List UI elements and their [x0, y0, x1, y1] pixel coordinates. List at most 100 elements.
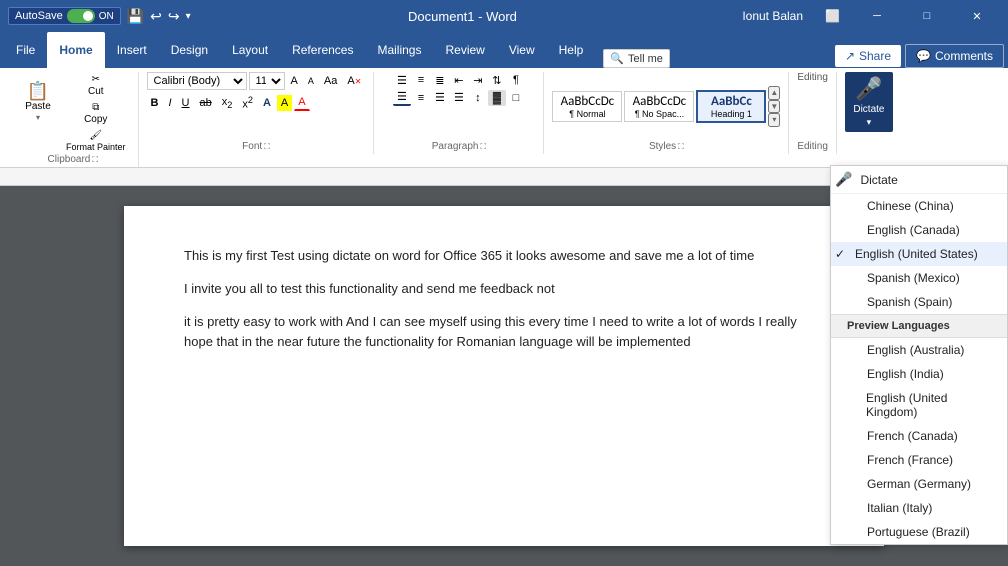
- align-center-button[interactable]: ≡: [412, 90, 430, 106]
- shrink-font-button[interactable]: A: [304, 74, 318, 88]
- borders-button[interactable]: □: [507, 90, 525, 106]
- dropdown-dictate-option[interactable]: 🎤 Dictate: [831, 166, 1007, 194]
- format-painter-button[interactable]: 🖌 Format Painter: [62, 128, 130, 154]
- clipboard-expand-icon[interactable]: ⛶: [92, 155, 98, 165]
- show-hide-button[interactable]: ¶: [507, 72, 525, 88]
- dropdown-lang-italian-italy[interactable]: Italian (Italy): [831, 496, 1007, 520]
- dictate-dropdown-arrow[interactable]: ▾: [867, 117, 872, 128]
- justify-button[interactable]: ☰: [450, 90, 468, 106]
- underline-button[interactable]: U: [178, 95, 194, 111]
- document-title: Document1 - Word: [408, 9, 517, 24]
- paste-icon: 📋: [27, 82, 49, 100]
- italic-button[interactable]: I: [164, 95, 175, 111]
- font-expand-icon[interactable]: ⛶: [264, 142, 270, 152]
- dropdown-lang-german-germany[interactable]: German (Germany): [831, 472, 1007, 496]
- tab-view[interactable]: View: [497, 32, 547, 68]
- share-button[interactable]: ↗ Share: [835, 45, 901, 67]
- dropdown-check-english-canada: [847, 223, 859, 237]
- font-name-select[interactable]: Calibri (Body): [147, 72, 247, 90]
- tab-layout[interactable]: Layout: [220, 32, 280, 68]
- autosave-toggle[interactable]: [67, 9, 95, 23]
- dropdown-lang-english-uk[interactable]: English (United Kingdom): [831, 386, 1007, 424]
- dropdown-lang-english-australia[interactable]: English (Australia): [831, 338, 1007, 362]
- tab-mailings[interactable]: Mailings: [365, 32, 433, 68]
- dictate-button[interactable]: 🎤 Dictate ▾: [845, 72, 893, 132]
- editing-group: Editing Editing: [789, 72, 837, 154]
- tab-review[interactable]: Review: [433, 32, 496, 68]
- cut-button[interactable]: ✂ Cut: [62, 72, 130, 99]
- font-group: Calibri (Body) 11 A A Aa A✕ B I U ab x2 …: [139, 72, 375, 154]
- numbering-button[interactable]: ≡: [412, 72, 430, 88]
- restore-button[interactable]: □: [904, 0, 950, 32]
- tell-me-box[interactable]: 🔍 Tell me: [603, 49, 670, 68]
- dropdown-lang-english-india[interactable]: English (India): [831, 362, 1007, 386]
- preview-languages-header: Preview Languages: [831, 314, 1007, 338]
- dropdown-lang-english-us[interactable]: ✓ English (United States): [831, 242, 1007, 266]
- paste-button[interactable]: 📋 Paste ▾: [16, 72, 60, 132]
- increase-indent-button[interactable]: ⇥: [469, 72, 487, 88]
- redo-icon[interactable]: ↪: [168, 8, 180, 25]
- paste-dropdown-arrow[interactable]: ▾: [36, 113, 40, 122]
- dropdown-check-italian-italy: [847, 501, 859, 515]
- styles-scroll-up[interactable]: ▲: [768, 86, 780, 100]
- subscript-button[interactable]: x2: [218, 94, 237, 112]
- style-nospacing-label: ¶ No Spac...: [631, 109, 687, 119]
- font-color-button[interactable]: A: [294, 94, 309, 111]
- style-normal[interactable]: AaBbCcDc ¶ Normal: [552, 91, 622, 122]
- styles-row: AaBbCcDc ¶ Normal AaBbCcDc ¶ No Spac... …: [552, 90, 766, 123]
- undo-icon[interactable]: ↩: [150, 8, 162, 25]
- tab-references[interactable]: References: [280, 32, 365, 68]
- clipboard-group: 📋 Paste ▾ ✂ Cut ⧉ Copy 🖌 Format Painter: [8, 72, 139, 167]
- title-bar-right: Ionut Balan ⬜ ─ □ ✕: [734, 0, 1000, 32]
- styles-scroll-down[interactable]: ▼: [768, 100, 780, 114]
- dropdown-lang-spanish-mexico[interactable]: Spanish (Mexico): [831, 266, 1007, 290]
- styles-more[interactable]: ▾: [768, 113, 780, 127]
- close-button[interactable]: ✕: [954, 0, 1000, 32]
- editing-label: Editing: [797, 72, 828, 83]
- style-normal-preview: AaBbCcDc: [559, 94, 615, 109]
- font-size-select[interactable]: 11: [249, 72, 285, 90]
- shading-button[interactable]: ▓: [488, 90, 506, 106]
- autosave-state: ON: [99, 11, 114, 22]
- paragraph-expand-icon[interactable]: ⛶: [480, 142, 486, 152]
- dropdown-lang-chinese[interactable]: Chinese (China): [831, 194, 1007, 218]
- align-left-button[interactable]: ☰: [393, 89, 411, 106]
- multilevel-button[interactable]: ≣: [431, 72, 449, 88]
- change-case-button[interactable]: Aa: [320, 73, 341, 89]
- styles-expand-icon[interactable]: ⛶: [678, 142, 684, 152]
- style-heading1[interactable]: AaBbCc Heading 1: [696, 90, 766, 123]
- bullets-button[interactable]: ☰: [393, 72, 411, 88]
- clear-formatting-button[interactable]: A✕: [343, 73, 365, 89]
- dropdown-lang-spanish-spain[interactable]: Spanish (Spain): [831, 290, 1007, 314]
- bold-button[interactable]: B: [147, 95, 163, 111]
- highlight-button[interactable]: A: [277, 95, 292, 111]
- sort-button[interactable]: ⇅: [488, 72, 506, 88]
- quick-access-dropdown[interactable]: ▾: [186, 11, 191, 22]
- text-effects-button[interactable]: A: [259, 95, 275, 111]
- minimize-button[interactable]: ─: [854, 0, 900, 32]
- superscript-button[interactable]: x2: [238, 93, 257, 113]
- tab-help[interactable]: Help: [547, 32, 596, 68]
- tab-insert[interactable]: Insert: [105, 32, 159, 68]
- dropdown-lang-french-france[interactable]: French (France): [831, 448, 1007, 472]
- grow-font-button[interactable]: A: [287, 73, 302, 89]
- comments-button[interactable]: 💬 Comments: [905, 44, 1004, 68]
- strikethrough-button[interactable]: ab: [196, 95, 216, 111]
- autosave-badge[interactable]: AutoSave ON: [8, 7, 121, 25]
- align-right-button[interactable]: ☰: [431, 90, 449, 106]
- dropdown-lang-french-canada[interactable]: French (Canada): [831, 424, 1007, 448]
- dropdown-lang-portuguese-brazil[interactable]: Portuguese (Brazil): [831, 520, 1007, 544]
- tab-home[interactable]: Home: [47, 32, 104, 68]
- save-icon[interactable]: 💾: [127, 8, 144, 25]
- dropdown-lang-english-canada[interactable]: English (Canada): [831, 218, 1007, 242]
- tab-file[interactable]: File: [4, 32, 47, 68]
- restore-window-icon[interactable]: ⬜: [815, 5, 850, 27]
- paragraph-label: Paragraph ⛶: [382, 141, 535, 154]
- copy-button[interactable]: ⧉ Copy: [62, 100, 130, 127]
- clipboard-group-content: 📋 Paste ▾ ✂ Cut ⧉ Copy 🖌 Format Painter: [16, 72, 130, 154]
- style-no-spacing[interactable]: AaBbCcDc ¶ No Spac...: [624, 91, 694, 122]
- decrease-indent-button[interactable]: ⇤: [450, 72, 468, 88]
- tab-design[interactable]: Design: [159, 32, 220, 68]
- line-spacing-button[interactable]: ↕: [469, 90, 487, 106]
- dictate-language-dropdown[interactable]: 🎤 Dictate Chinese (China) English (Canad…: [830, 165, 1008, 545]
